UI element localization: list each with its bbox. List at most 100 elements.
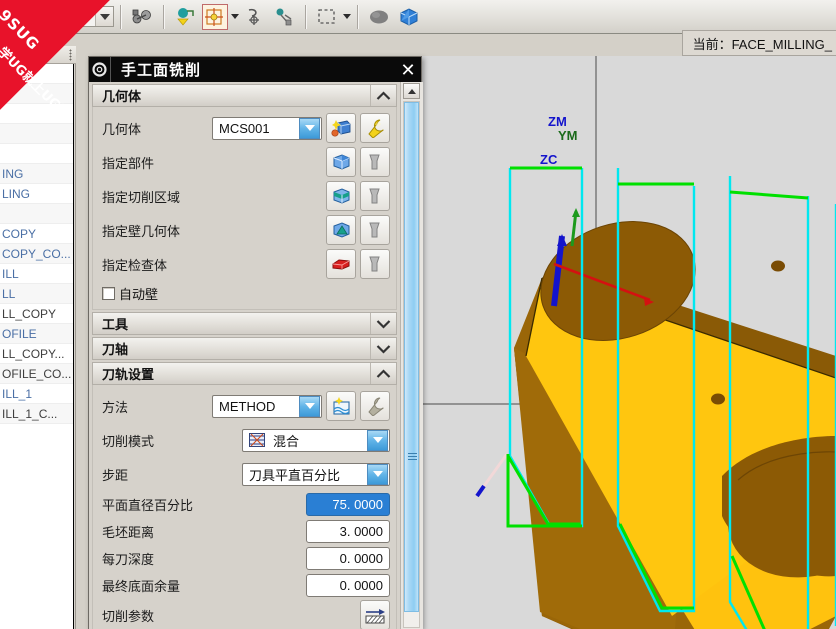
list-item[interactable]: LL_COPY...	[0, 344, 73, 364]
row-geometry: 几何体 MCS001	[93, 111, 396, 145]
operation-navigator-header	[0, 46, 76, 64]
dialog-title: 手工面铣削	[121, 61, 202, 79]
select-wall-icon[interactable]	[326, 215, 356, 245]
section-body-path-settings: 方法 METHOD 切削模式 混合 步距 刀具平直百分比 平面直径百分比 75.…	[92, 385, 397, 629]
stepover-select-value: 刀具平直百分比	[249, 468, 341, 484]
section-header-path-settings[interactable]: 刀轨设置	[92, 362, 397, 385]
select-part-icon[interactable]	[326, 147, 356, 177]
selection-rect-icon[interactable]	[314, 4, 340, 30]
gear-icon[interactable]	[89, 57, 111, 82]
selection-dropdown-caret[interactable]	[342, 4, 351, 30]
dialog-scrollbar[interactable]	[400, 82, 423, 629]
depth-per-cut-input[interactable]: 0. 0000	[306, 547, 390, 570]
row-cut-mode: 切削模式 混合	[93, 423, 396, 457]
wcs-dynamic-icon[interactable]	[241, 4, 267, 30]
stepover-select[interactable]: 刀具平直百分比	[242, 462, 390, 486]
measure-icon[interactable]	[129, 4, 155, 30]
auto-wall-checkbox[interactable]	[102, 286, 115, 300]
cutting-parameters-icon[interactable]	[360, 600, 390, 629]
toolbar-combo[interactable]	[28, 6, 114, 27]
scrollbar-track[interactable]	[403, 101, 420, 628]
list-item[interactable]: ILL	[0, 264, 73, 284]
display-icon[interactable]	[360, 215, 390, 245]
row-stepover: 步距 刀具平直百分比	[93, 457, 396, 491]
scroll-thumb[interactable]	[404, 102, 419, 612]
shaded-edges-icon[interactable]	[396, 4, 422, 30]
current-operation-status: 当前：FACE_MILLING_	[681, 30, 836, 56]
final-floor-stock-input[interactable]: 0. 0000	[306, 574, 390, 597]
method-select[interactable]: METHOD	[212, 394, 322, 418]
label-method: 方法	[102, 400, 129, 416]
wrench-icon[interactable]	[360, 113, 390, 143]
geometry-select-value: MCS001	[219, 120, 270, 136]
list-item[interactable]	[0, 204, 73, 224]
chevron-down-icon[interactable]	[95, 7, 113, 26]
operation-navigator-list[interactable]: ING LING COPY COPY_CO... ILL LL LL_COPY …	[0, 64, 74, 629]
graphics-viewport[interactable]: ZM YM ZC	[422, 56, 836, 629]
chevron-down-icon[interactable]	[299, 117, 320, 139]
wcs-origin-dropdown-caret[interactable]	[230, 4, 239, 30]
section-header-geometry[interactable]: 几何体	[92, 84, 397, 107]
section-header-tool[interactable]: 工具	[92, 312, 397, 335]
wcs-origin-icon[interactable]	[202, 3, 228, 30]
display-icon[interactable]	[360, 249, 390, 279]
close-icon[interactable]: ✕	[395, 57, 421, 82]
chevron-up-icon[interactable]	[370, 363, 396, 384]
list-item[interactable]: ILL_1_C...	[0, 404, 73, 424]
new-geometry-icon[interactable]	[326, 113, 356, 143]
chevron-down-icon[interactable]	[367, 463, 388, 485]
list-item[interactable]	[0, 64, 73, 84]
list-item[interactable]: LING	[0, 184, 73, 204]
label-cutting-parameters: 切削参数	[102, 609, 155, 625]
new-method-icon[interactable]	[326, 391, 356, 421]
analysis-icon[interactable]	[172, 4, 198, 30]
wrench-icon[interactable]	[360, 391, 390, 421]
toolbar-separator-4	[357, 4, 358, 29]
section-header-tool-axis[interactable]: 刀轴	[92, 337, 397, 360]
display-icon[interactable]	[360, 147, 390, 177]
section-title-tool: 工具	[102, 318, 129, 333]
chevron-down-icon[interactable]	[367, 429, 388, 451]
list-item[interactable]: ILL_1	[0, 384, 73, 404]
list-item[interactable]: COPY_CO...	[0, 244, 73, 264]
display-icon[interactable]	[360, 181, 390, 211]
row-method: 方法 METHOD	[93, 389, 396, 423]
row-specify-wall: 指定壁几何体	[93, 213, 396, 247]
chevron-down-icon[interactable]	[370, 338, 396, 359]
wcs-orient-icon[interactable]	[271, 4, 297, 30]
operation-navigator-panel: ING LING COPY COPY_CO... ILL LL LL_COPY …	[0, 46, 76, 629]
list-item[interactable]: OFILE	[0, 324, 73, 344]
label-specify-cut-area: 指定切削区域	[102, 190, 181, 206]
list-item[interactable]: ING	[0, 164, 73, 184]
list-item[interactable]: OFILE_CO...	[0, 364, 73, 384]
label-auto-wall: 自动壁	[119, 287, 159, 303]
list-item[interactable]	[0, 124, 73, 144]
current-operation-text: 当前：FACE_MILLING_	[692, 36, 832, 52]
axis-label-zm: ZM	[548, 114, 567, 129]
blank-distance-input[interactable]: 3. 0000	[306, 520, 390, 543]
shaded-icon[interactable]	[366, 4, 392, 30]
list-item[interactable]	[0, 104, 73, 124]
list-item[interactable]	[0, 144, 73, 164]
column-resize-grip[interactable]	[69, 49, 72, 61]
flat-diameter-percent-input[interactable]: 75. 0000	[306, 493, 390, 516]
label-cut-mode: 切削模式	[102, 434, 155, 450]
select-cut-area-icon[interactable]	[326, 181, 356, 211]
list-item[interactable]: LL_COPY	[0, 304, 73, 324]
dialog-title-bar[interactable]: 手工面铣削 ✕	[89, 57, 421, 82]
list-item[interactable]: LL	[0, 284, 73, 304]
cut-mode-select[interactable]: 混合	[242, 428, 390, 452]
list-item[interactable]: COPY	[0, 224, 73, 244]
section-body-geometry: 几何体 MCS001 指定部件 指定切削区域 指定壁几何体 指定检查体 自动壁	[92, 107, 397, 310]
chevron-up-icon[interactable]	[370, 85, 396, 106]
list-item[interactable]	[0, 84, 73, 104]
scroll-up-icon[interactable]	[403, 83, 420, 99]
label-flat-diameter-percent: 平面直径百分比	[102, 499, 194, 514]
chevron-down-icon[interactable]	[370, 313, 396, 334]
manual-face-milling-dialog: 手工面铣削 ✕ 几何体 几何体 MCS001 指定部件 指定切削区域 指定壁几何…	[88, 56, 423, 629]
geometry-select[interactable]: MCS001	[212, 116, 322, 140]
select-check-body-icon[interactable]	[326, 249, 356, 279]
chevron-down-icon[interactable]	[299, 395, 320, 417]
label-stepover: 步距	[102, 468, 129, 484]
row-auto-wall[interactable]: 自动壁	[93, 281, 396, 305]
